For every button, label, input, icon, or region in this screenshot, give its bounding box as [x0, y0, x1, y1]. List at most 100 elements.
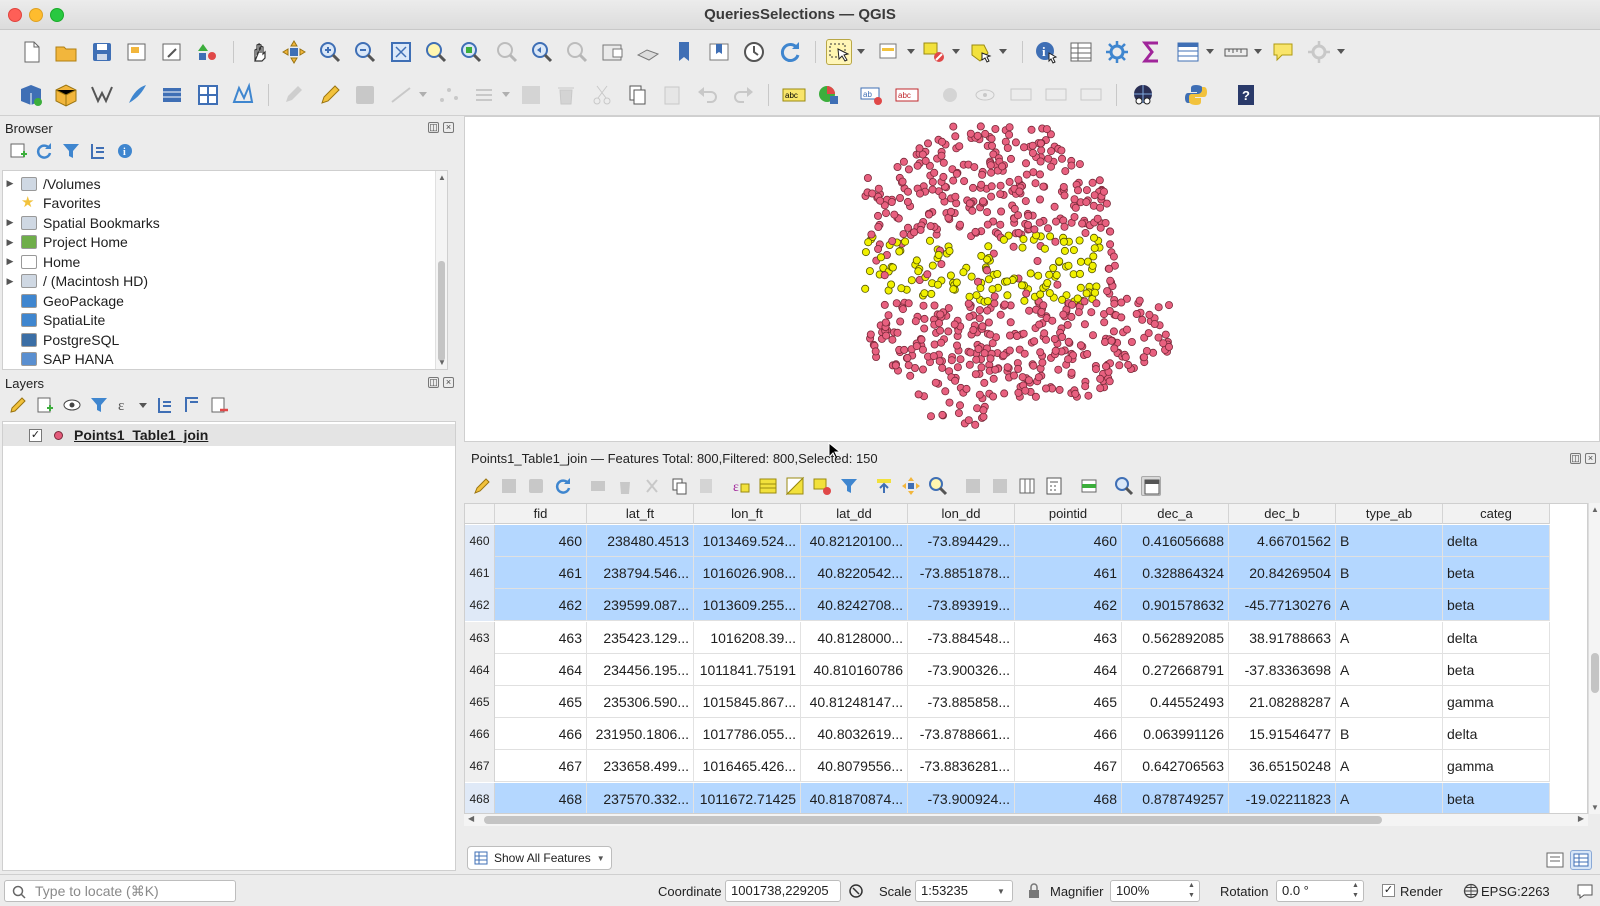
point-feature[interactable] — [938, 410, 947, 419]
table-cell[interactable]: 462 — [1015, 589, 1122, 622]
point-feature[interactable] — [863, 174, 872, 183]
table-cell[interactable]: A — [1336, 653, 1443, 686]
point-feature[interactable] — [988, 339, 997, 348]
point-feature[interactable] — [866, 330, 875, 339]
point-feature[interactable] — [979, 412, 988, 421]
point-feature[interactable] — [1076, 341, 1085, 350]
point-feature[interactable] — [1060, 222, 1069, 231]
float-attribute-table-icon[interactable]: ◫ — [1570, 453, 1581, 464]
point-feature[interactable] — [1059, 216, 1068, 225]
point-feature[interactable] — [1083, 349, 1092, 358]
table-cell[interactable]: 239599.087... — [587, 589, 694, 622]
table-cell[interactable]: 1011672.71425 — [694, 782, 801, 813]
point-feature[interactable] — [1140, 353, 1149, 362]
table-cell[interactable]: 40.8032619... — [801, 718, 908, 751]
point-feature[interactable] — [937, 151, 946, 160]
point-feature[interactable] — [924, 210, 933, 219]
row-header[interactable]: 466 — [465, 718, 495, 751]
selected-point-feature[interactable] — [1034, 271, 1043, 280]
point-feature[interactable] — [1117, 298, 1126, 307]
point-feature[interactable] — [1075, 160, 1084, 169]
point-feature[interactable] — [1020, 143, 1029, 152]
point-feature[interactable] — [984, 318, 993, 327]
point-feature[interactable] — [1052, 217, 1061, 226]
point-feature[interactable] — [1014, 211, 1023, 220]
magnifier-spinner-icon[interactable]: ▲ ▼ — [1188, 881, 1195, 901]
point-feature[interactable] — [1135, 296, 1144, 305]
point-feature[interactable] — [882, 331, 891, 340]
point-feature[interactable] — [968, 206, 977, 215]
point-feature[interactable] — [1028, 149, 1037, 158]
point-feature[interactable] — [952, 169, 961, 178]
browser-item[interactable]: ▶ Project Home — [3, 233, 128, 252]
table-cell[interactable]: 0.901578632 — [1122, 589, 1229, 622]
table-cell[interactable]: 40.81248147... — [801, 686, 908, 718]
point-feature[interactable] — [904, 165, 913, 174]
point-feature[interactable] — [950, 320, 959, 329]
expand-arrow-icon[interactable]: ▶ — [3, 256, 17, 267]
point-feature[interactable] — [1080, 297, 1089, 306]
point-feature[interactable] — [1082, 186, 1091, 195]
expand-arrow-icon[interactable]: ▶ — [3, 237, 17, 248]
point-feature[interactable] — [1006, 331, 1015, 340]
point-feature[interactable] — [1100, 318, 1109, 327]
point-feature[interactable] — [971, 420, 980, 429]
point-feature[interactable] — [1005, 346, 1014, 355]
browser-scrollbar[interactable]: ▲ ▼ — [435, 171, 447, 369]
selected-point-feature[interactable] — [984, 242, 993, 251]
point-feature[interactable] — [1036, 157, 1045, 166]
table-cell[interactable]: beta — [1443, 653, 1550, 686]
point-feature[interactable] — [926, 222, 935, 231]
point-feature[interactable] — [931, 378, 940, 387]
save-edits-icon[interactable] — [352, 82, 378, 108]
selected-point-feature[interactable] — [895, 247, 904, 256]
table-cell[interactable]: B — [1336, 718, 1443, 751]
point-feature[interactable] — [937, 260, 946, 269]
change-label-icon[interactable] — [1078, 82, 1104, 108]
table-cell[interactable]: 464 — [495, 653, 587, 686]
point-feature[interactable] — [904, 299, 913, 308]
point-feature[interactable] — [983, 306, 992, 315]
point-feature[interactable] — [981, 129, 990, 138]
table-cell[interactable]: 40.8220542... — [801, 557, 908, 590]
table-cell[interactable]: 234456.195... — [587, 653, 694, 686]
point-feature[interactable] — [1022, 170, 1031, 179]
point-feature[interactable] — [1047, 162, 1056, 171]
undo-icon[interactable] — [695, 82, 721, 108]
point-feature[interactable] — [1059, 183, 1068, 192]
point-feature[interactable] — [962, 384, 971, 393]
table-cell[interactable]: -73.8836281... — [908, 750, 1015, 783]
point-feature[interactable] — [874, 244, 883, 253]
expand-arrow-icon[interactable]: ▶ — [3, 276, 17, 287]
browser-item[interactable]: ▶ / (Macintosh HD) — [3, 272, 149, 291]
point-feature[interactable] — [1082, 198, 1091, 207]
point-feature[interactable] — [923, 139, 932, 148]
new-project-icon[interactable] — [18, 39, 44, 65]
point-feature[interactable] — [975, 314, 984, 323]
column-header-dec-b[interactable]: dec_b — [1229, 504, 1336, 524]
point-feature[interactable] — [923, 270, 932, 279]
point-feature[interactable] — [913, 161, 922, 170]
highlight-pinned-labels-icon[interactable]: abc — [894, 82, 920, 108]
selected-point-feature[interactable] — [1073, 294, 1082, 303]
point-feature[interactable] — [986, 330, 995, 339]
table-cell[interactable]: 1017786.055... — [694, 718, 801, 751]
filter-legend-icon[interactable] — [89, 395, 109, 415]
column-header-lat-ft[interactable]: lat_ft — [587, 504, 694, 524]
point-feature[interactable] — [1089, 331, 1098, 340]
point-feature[interactable] — [1022, 159, 1031, 168]
selected-point-feature[interactable] — [865, 267, 874, 276]
point-feature[interactable] — [904, 361, 913, 370]
point-feature[interactable] — [1101, 337, 1110, 346]
point-feature[interactable] — [895, 194, 904, 203]
selected-point-feature[interactable] — [1076, 257, 1085, 266]
point-feature[interactable] — [935, 357, 944, 366]
point-feature[interactable] — [937, 338, 946, 347]
selected-point-feature[interactable] — [912, 256, 921, 265]
point-feature[interactable] — [1161, 330, 1170, 339]
point-feature[interactable] — [1014, 228, 1023, 237]
table-cell[interactable]: -45.77130276 — [1229, 589, 1336, 622]
point-feature[interactable] — [1036, 195, 1045, 204]
refresh-browser-icon[interactable] — [34, 141, 54, 161]
point-feature[interactable] — [1024, 211, 1033, 220]
